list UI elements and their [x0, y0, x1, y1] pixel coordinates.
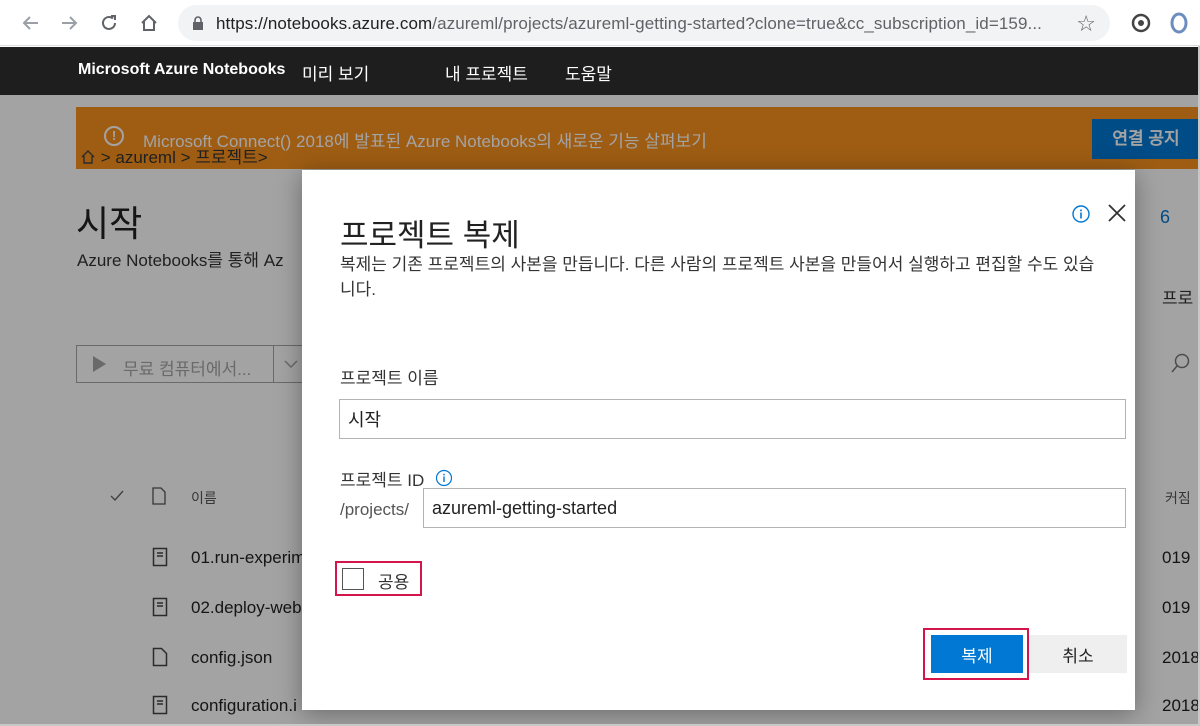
- url-text: https://notebooks.azure.com/azureml/proj…: [216, 14, 1042, 33]
- reload-icon[interactable]: [97, 11, 121, 35]
- top-navigation: Microsoft Azure Notebooks 미리 보기 내 프로젝트 도…: [0, 47, 1200, 95]
- back-arrow-icon[interactable]: [19, 11, 43, 35]
- preview-label: 미리 보기: [302, 65, 370, 84]
- public-checkbox-highlight: 공용: [335, 561, 422, 596]
- public-checkbox-label[interactable]: 공용: [378, 568, 409, 593]
- brand-name[interactable]: Microsoft Azure Notebooks: [78, 61, 285, 79]
- close-icon[interactable]: [1106, 202, 1128, 224]
- extension-sync-icon[interactable]: [1129, 11, 1153, 35]
- address-bar[interactable]: https://notebooks.azure.com/azureml/proj…: [178, 5, 1110, 41]
- cancel-button[interactable]: 취소: [1029, 635, 1127, 673]
- public-checkbox[interactable]: [342, 568, 364, 590]
- extension-o-icon[interactable]: [1167, 11, 1191, 35]
- bookmark-star-icon[interactable]: ☆: [1076, 11, 1096, 37]
- project-id-prefix: /projects/: [340, 500, 409, 519]
- clone-project-dialog: 프로젝트 복제 복제는 기존 프로젝트의 사본을 만듭니다. 다른 사람의 프로…: [302, 170, 1135, 710]
- nav-my-projects[interactable]: 내 프로젝트: [445, 60, 528, 85]
- dialog-description: 복제는 기존 프로젝트의 사본을 만듭니다. 다른 사람의 프로젝트 사본을 만…: [340, 255, 1095, 299]
- dialog-title: 프로젝트 복제: [340, 218, 520, 253]
- info-icon[interactable]: [435, 469, 453, 487]
- project-name-label: 프로젝트 이름: [340, 369, 439, 388]
- project-id-input[interactable]: [423, 488, 1126, 528]
- forward-arrow-icon[interactable]: [57, 11, 81, 35]
- info-icon[interactable]: [1071, 204, 1091, 224]
- clone-button[interactable]: 복제: [931, 635, 1023, 673]
- lock-icon: [193, 16, 203, 30]
- nav-help[interactable]: 도움말: [565, 60, 612, 85]
- project-name-input[interactable]: [339, 399, 1126, 439]
- home-icon[interactable]: [137, 11, 161, 35]
- browser-toolbar: https://notebooks.azure.com/azureml/proj…: [0, 0, 1200, 46]
